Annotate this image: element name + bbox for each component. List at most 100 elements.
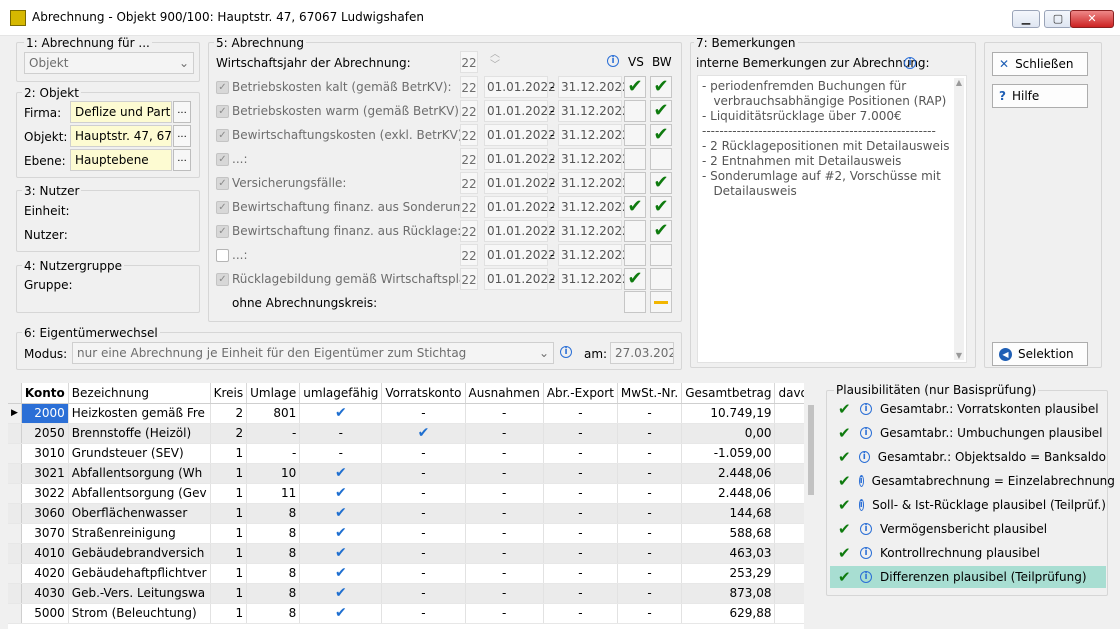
kreis-vs-box[interactable] (624, 124, 646, 146)
info-icon[interactable]: i (860, 547, 872, 559)
table-cell[interactable]: 2.448,06 (681, 463, 776, 484)
column-header[interactable]: Gesamtbetrag (681, 383, 776, 404)
table-cell[interactable]: 2 (210, 403, 248, 424)
table-cell[interactable]: ✔ (299, 483, 383, 504)
kreis-checkbox[interactable]: ✓ (216, 201, 229, 214)
info-icon[interactable]: i (858, 475, 864, 487)
plausibilitaet-item[interactable]: ✔ i Kontrollrechnung plausibel (830, 542, 1106, 564)
close-window-button[interactable]: ✕ (1070, 10, 1114, 28)
table-row[interactable]: 4030Geb.-Vers. Leitungswa18✔----873,0887… (8, 583, 804, 604)
kreis-checkbox[interactable] (216, 249, 229, 262)
table-cell[interactable]: Heizkosten gemäß Fre (68, 403, 211, 424)
row-selector[interactable]: ▶ (8, 403, 22, 424)
info-icon[interactable]: i (560, 346, 572, 358)
table-row[interactable]: 5000Strom (Beleuchtung)18✔----629,88629,… (8, 603, 804, 624)
table-cell[interactable]: - (381, 603, 466, 624)
kreis-vs-box[interactable]: ✔ (624, 76, 646, 98)
table-cell[interactable]: - (543, 523, 618, 544)
table-cell[interactable]: 2.448,0 (774, 483, 804, 504)
column-header[interactable]: Abr.-Export (543, 383, 618, 404)
row-selector[interactable] (8, 583, 22, 604)
column-header[interactable]: Konto (21, 383, 69, 404)
grid-scroll-thumb[interactable] (808, 405, 814, 495)
kreis-year-field[interactable]: 22 (460, 172, 478, 194)
column-header[interactable]: Bezeichnung (68, 383, 211, 404)
modus-select[interactable]: nur eine Abrechnung je Einheit für den E… (72, 342, 554, 364)
kreis-from-date[interactable]: 01.01.2022 (484, 148, 556, 170)
table-cell[interactable]: - (617, 403, 683, 424)
table-row[interactable]: 4010Gebäudebrandversich18✔----463,03463,… (8, 543, 804, 564)
table-cell[interactable]: - (543, 463, 618, 484)
table-cell[interactable]: 253,2 (774, 563, 804, 584)
table-cell[interactable]: - (381, 583, 466, 604)
table-cell[interactable]: Abfallentsorgung (Gev (68, 483, 211, 504)
table-cell[interactable]: 3022 (21, 483, 69, 504)
table-cell[interactable]: - (381, 563, 466, 584)
kreis-checkbox[interactable]: ✓ (216, 177, 229, 190)
kreis-year-field[interactable]: 22 (460, 196, 478, 218)
table-cell[interactable]: 8 (246, 523, 301, 544)
table-cell[interactable]: 629,88 (681, 603, 776, 624)
info-icon[interactable]: i (904, 57, 916, 69)
kreis-to-date[interactable]: 31.12.2022 (558, 148, 630, 170)
table-cell[interactable]: 8 (246, 503, 301, 524)
kreis-year-field[interactable]: 22 (460, 244, 478, 266)
table-cell[interactable]: - (465, 443, 544, 464)
table-row[interactable]: ▶ 2000 Heizkosten gemäß Fre 2 801 ✔ - - - -10.749… (8, 403, 804, 424)
kreis-to-date[interactable]: 31.12.2022 (558, 100, 630, 122)
table-cell[interactable]: - (246, 443, 301, 464)
konten-grid[interactable]: Konto Bezeichnung Kreis Umlage umlagefähig Vo… (8, 383, 804, 629)
table-cell[interactable]: 3021 (21, 463, 69, 484)
table-cell[interactable]: ✔ (381, 423, 466, 444)
table-cell[interactable]: 2.448,0 (774, 463, 804, 484)
kreis-bw-box[interactable]: ✔ (650, 196, 672, 218)
table-row[interactable]: 3022 Abfallentsorgung (Gev 1 11 ✔ - - - -2.448,0… (8, 483, 804, 504)
table-cell[interactable]: 873,0 (774, 583, 804, 604)
table-cell[interactable]: 1 (210, 483, 248, 504)
table-cell[interactable]: ✔ (299, 563, 383, 584)
firma-field[interactable]: Deflize und Partne (70, 101, 172, 123)
table-cell[interactable]: 11 (246, 483, 301, 504)
table-cell[interactable]: 8 (246, 583, 301, 604)
kreis-from-date[interactable]: 01.01.2022 (484, 76, 556, 98)
table-row[interactable]: 3010Grundsteuer (SEV)1-------1.059,000,0 (8, 443, 804, 464)
kreis-vs-box[interactable] (624, 148, 646, 170)
table-cell[interactable]: - (299, 443, 383, 464)
kreis-vs-box[interactable] (624, 220, 646, 242)
minimize-button[interactable]: ▁ (1012, 10, 1040, 28)
kreis-checkbox[interactable]: ✓ (216, 81, 229, 94)
table-cell[interactable]: 0,00 (681, 423, 776, 444)
kreis-from-date[interactable]: 01.01.2022 (484, 100, 556, 122)
column-header[interactable]: umlagefähig (299, 383, 383, 404)
kreis-year-field[interactable]: 22 (460, 268, 478, 290)
table-cell[interactable]: 1 (210, 583, 248, 604)
info-icon[interactable]: i (860, 403, 872, 415)
kreis-vs-box[interactable] (624, 100, 646, 122)
table-cell[interactable]: - (465, 403, 544, 424)
table-cell[interactable]: 5000 (21, 603, 69, 624)
plausibilitaet-item[interactable]: ✔ i Gesamtabr.: Objektsaldo = Banksaldo (830, 446, 1106, 468)
row-selector[interactable] (8, 443, 22, 464)
kreis-bw-box[interactable]: ✔ (650, 76, 672, 98)
table-cell[interactable]: Straßenreinigung (68, 523, 211, 544)
ebene-field[interactable]: Hauptebene (70, 149, 172, 171)
table-cell[interactable]: - (543, 483, 618, 504)
table-cell[interactable]: Oberflächenwasser (68, 503, 211, 524)
table-cell[interactable]: - (465, 423, 544, 444)
table-cell[interactable]: - (617, 483, 683, 504)
table-cell[interactable]: ✔ (299, 583, 383, 604)
table-cell[interactable]: 2000 (21, 403, 69, 424)
table-cell[interactable]: - (465, 463, 544, 484)
table-cell[interactable]: 1 (210, 603, 248, 624)
plausibilitaet-item[interactable]: ✔ i Gesamtabr.: Umbuchungen plausibel (830, 422, 1106, 444)
table-cell[interactable]: Geb.-Vers. Leitungswa (68, 583, 211, 604)
table-row[interactable]: 2050Brennstoffe (Heizöl)2--✔---0,000,0 (8, 423, 804, 444)
table-cell[interactable]: Strom (Beleuchtung) (68, 603, 211, 624)
table-cell[interactable]: - (381, 503, 466, 524)
table-cell[interactable]: - (617, 543, 683, 564)
kreis-checkbox[interactable]: ✓ (216, 153, 229, 166)
table-cell[interactable]: 2.448,06 (681, 483, 776, 504)
table-cell[interactable]: Brennstoffe (Heizöl) (68, 423, 211, 444)
table-cell[interactable]: - (381, 443, 466, 464)
table-cell[interactable]: 4030 (21, 583, 69, 604)
